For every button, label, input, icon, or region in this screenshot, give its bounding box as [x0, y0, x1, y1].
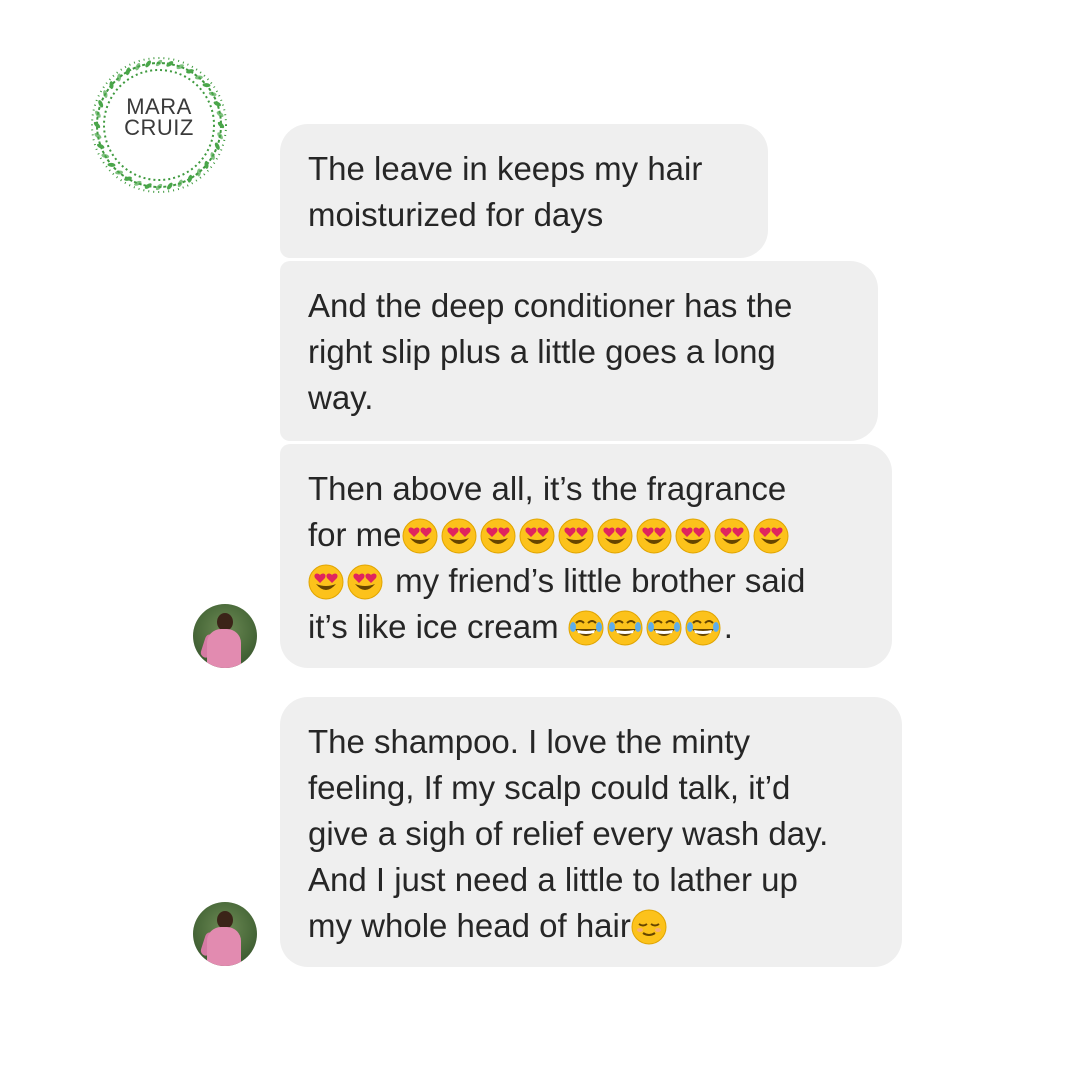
- message-line: The leave in keeps my hair: [308, 150, 703, 187]
- tears-of-joy-emoji-icon: [685, 610, 721, 646]
- message-line: And the deep conditioner has the: [308, 287, 793, 324]
- message-bubble-1[interactable]: The leave in keeps my hair moisturized f…: [280, 124, 768, 258]
- avatar-figure-body: [207, 629, 241, 668]
- message-bubble-2[interactable]: And the deep conditioner has the right s…: [280, 261, 878, 441]
- message-bubble-3[interactable]: Then above all, it’s the fragrance for m…: [280, 444, 892, 668]
- heart-eyes-emoji-icon: [441, 518, 477, 554]
- tears-of-joy-emoji-group: [568, 610, 724, 646]
- heart-eyes-emoji-group: [402, 518, 792, 554]
- message-line: my whole head of hair: [308, 903, 874, 949]
- message-line: feeling, If my scalp could talk, it’d: [308, 769, 791, 806]
- avatar[interactable]: [193, 902, 257, 966]
- heart-eyes-emoji-icon: [402, 518, 438, 554]
- heart-eyes-emoji-icon: [675, 518, 711, 554]
- message-line: it’s like ice cream .: [308, 604, 864, 650]
- message-line: Then above all, it’s the fragrance: [308, 470, 787, 507]
- heart-eyes-emoji-icon: [519, 518, 555, 554]
- heart-eyes-emoji-icon: [597, 518, 633, 554]
- heart-eyes-emoji-icon: [480, 518, 516, 554]
- message-line: my friend’s little brother said: [308, 558, 864, 604]
- message-line: And I just need a little to lather up: [308, 861, 798, 898]
- message-line: moisturized for days: [308, 196, 604, 233]
- heart-eyes-emoji-icon: [558, 518, 594, 554]
- heart-eyes-emoji-icon: [753, 518, 789, 554]
- message-line: right slip plus a little goes a long: [308, 333, 776, 370]
- heart-eyes-emoji-icon: [308, 564, 344, 600]
- relieved-face-emoji-group: [631, 909, 670, 945]
- brand-line-1: MARA: [126, 94, 192, 119]
- message-text: .: [723, 608, 733, 645]
- heart-eyes-emoji-icon: [347, 564, 383, 600]
- message-bubble-4[interactable]: The shampoo. I love the minty feeling, I…: [280, 697, 902, 967]
- avatar[interactable]: [193, 604, 257, 668]
- message-line: way.: [308, 379, 374, 416]
- tears-of-joy-emoji-icon: [646, 610, 682, 646]
- heart-eyes-emoji-icon: [714, 518, 750, 554]
- message-text: it’s like ice cream: [308, 608, 568, 645]
- avatar-figure-body: [207, 927, 241, 966]
- tears-of-joy-emoji-icon: [607, 610, 643, 646]
- message-text: my whole head of hair: [308, 907, 631, 944]
- relieved-face-emoji-icon: [631, 909, 667, 945]
- brand-line-2: CRUIZ: [124, 115, 194, 140]
- tears-of-joy-emoji-icon: [568, 610, 604, 646]
- heart-eyes-emoji-icon: [636, 518, 672, 554]
- heart-eyes-emoji-group: [308, 564, 386, 600]
- brand-wordmark: MARA CRUIZ: [88, 94, 230, 140]
- brand-logo: MARA CRUIZ: [88, 54, 230, 196]
- message-text: my friend’s little brother said: [386, 562, 806, 599]
- message-line: The shampoo. I love the minty: [308, 723, 751, 760]
- message-line: give a sigh of relief every wash day.: [308, 815, 829, 852]
- message-line: for me: [308, 512, 864, 558]
- message-text: for me: [308, 516, 402, 553]
